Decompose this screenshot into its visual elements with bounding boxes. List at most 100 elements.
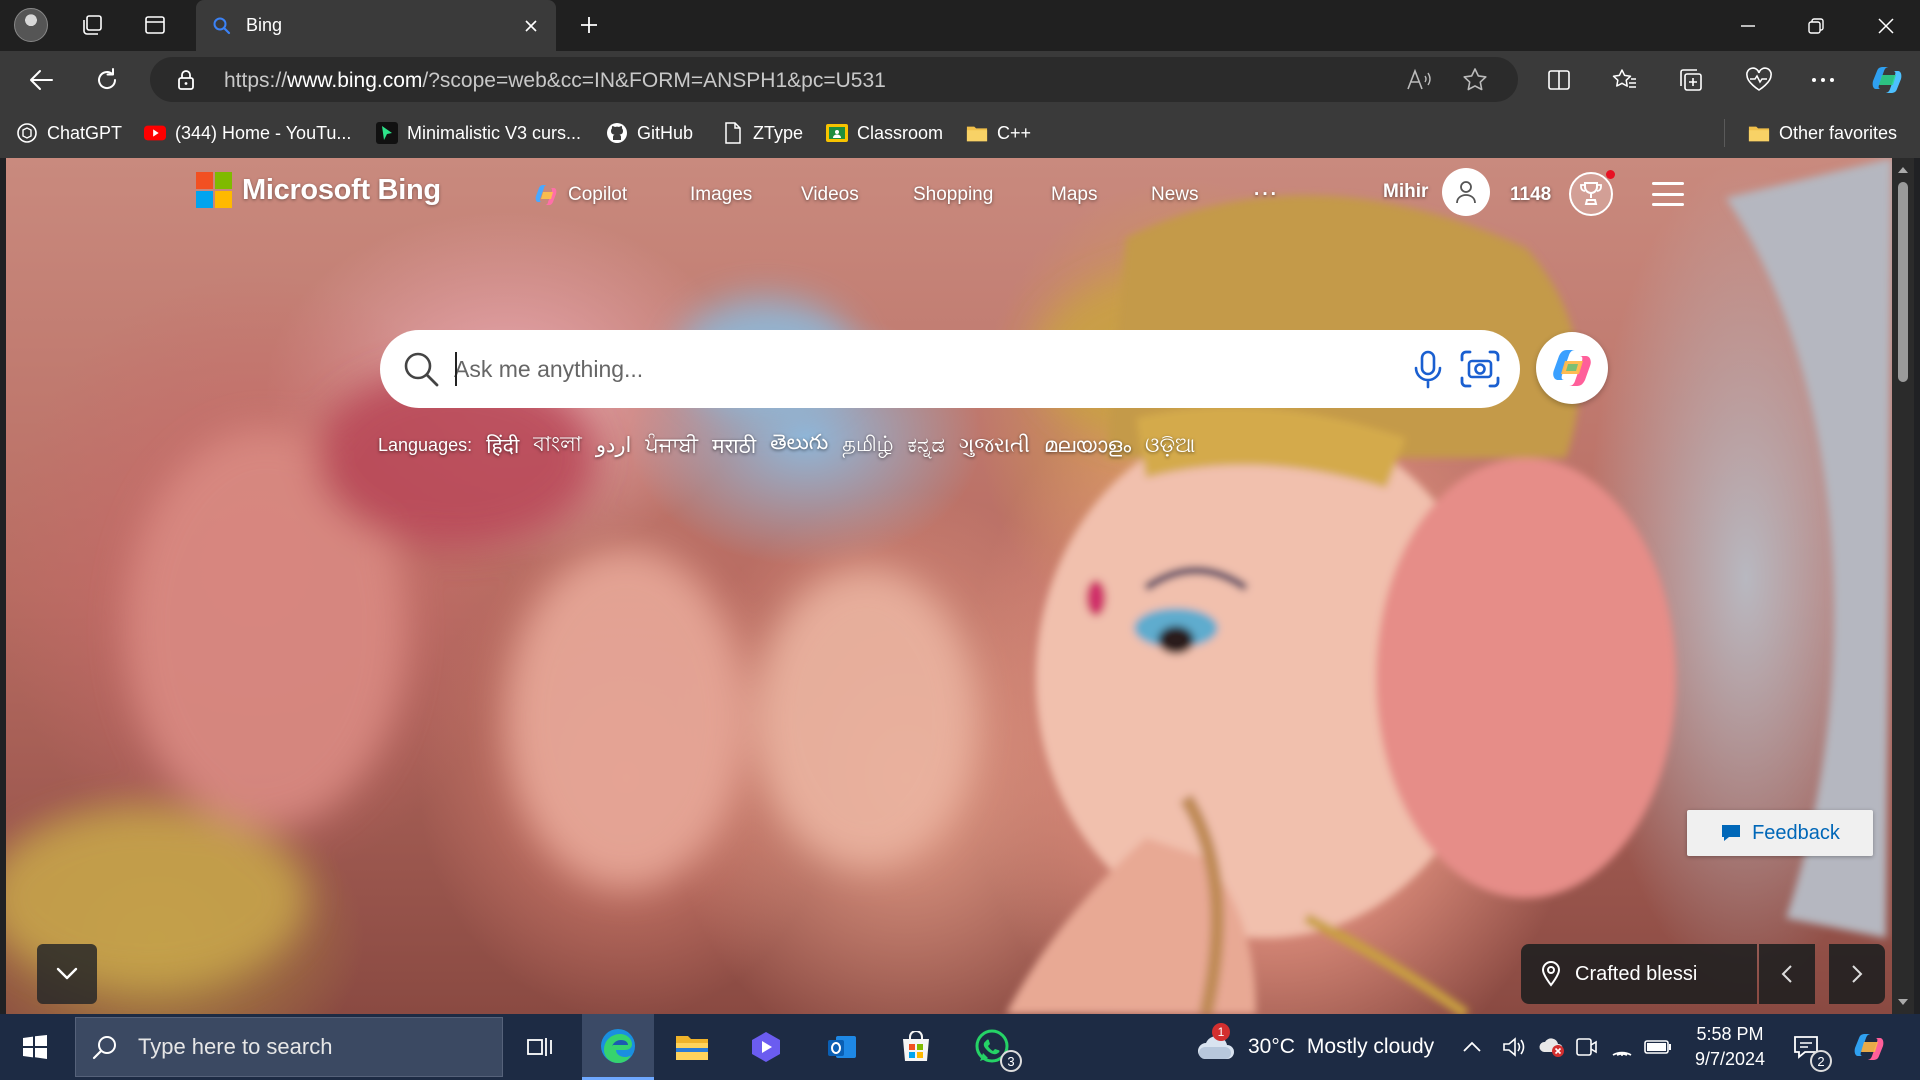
taskbar-file-explorer[interactable] <box>660 1014 724 1080</box>
language-link-gujarati[interactable]: ગુજરાતી <box>959 434 1030 458</box>
favorite-youtube[interactable]: (344) Home - YouTu... <box>144 119 351 147</box>
search-input[interactable] <box>454 350 1354 388</box>
add-favorite-button[interactable] <box>1460 65 1490 95</box>
show-hidden-icons-button[interactable] <box>1462 1014 1492 1080</box>
favorite-chatgpt[interactable]: ChatGPT <box>16 119 122 147</box>
minimize-button[interactable] <box>1714 0 1782 51</box>
workspaces-button[interactable] <box>76 8 110 42</box>
language-link-kannada[interactable]: ಕನ್ನಡ <box>908 434 945 458</box>
scrollbar-thumb[interactable] <box>1898 182 1908 382</box>
tab-actions-icon <box>145 16 165 34</box>
next-image-button[interactable] <box>1829 944 1885 1004</box>
nav-shopping[interactable]: Shopping <box>913 184 993 206</box>
browser-essentials-button[interactable] <box>1740 61 1778 99</box>
search-favicon-icon <box>213 17 231 34</box>
rewards-points[interactable]: 1148 <box>1510 184 1551 206</box>
folder-icon <box>1748 122 1770 144</box>
favorite-ztype[interactable]: ZType <box>722 119 803 147</box>
language-link-punjabi[interactable]: ਪੰਜਾਬੀ <box>645 434 698 458</box>
nav-more[interactable]: ··· <box>1254 184 1279 206</box>
profile-avatar[interactable] <box>14 8 48 42</box>
vertical-tabs-button[interactable] <box>138 8 172 42</box>
taskbar-search-box[interactable]: Type here to search <box>75 1017 503 1077</box>
nav-images[interactable]: Images <box>690 184 752 206</box>
language-link-marathi[interactable]: मराठी <box>712 432 756 460</box>
scroll-up-arrow-icon[interactable] <box>1892 162 1914 178</box>
language-link-hindi[interactable]: हिंदी <box>486 432 519 460</box>
voice-search-button[interactable] <box>1408 348 1448 390</box>
hamburger-line <box>1652 203 1684 206</box>
menu-button[interactable] <box>1652 182 1684 206</box>
split-screen-button[interactable] <box>1540 61 1578 99</box>
nav-maps[interactable]: Maps <box>1051 184 1097 206</box>
tab-bing[interactable]: Bing <box>196 0 556 51</box>
text-cursor <box>455 352 457 386</box>
language-link-tamil[interactable]: தமிழ் <box>842 433 893 459</box>
star-icon <box>1463 68 1487 91</box>
feedback-button[interactable]: Feedback <box>1687 810 1873 856</box>
nav-copilot[interactable]: Copilot <box>534 184 627 206</box>
copilot-chat-button[interactable] <box>1536 332 1608 404</box>
rewards-button[interactable] <box>1569 170 1615 216</box>
language-link-bengali[interactable]: বাংলা <box>533 428 582 463</box>
battery-button[interactable] <box>1644 1014 1678 1080</box>
language-link-odia[interactable]: ଓଡ଼ିଆ <box>1145 434 1195 458</box>
notification-count-badge: 2 <box>1810 1050 1832 1072</box>
url-text[interactable]: https://www.bing.com/?scope=web&cc=IN&FO… <box>224 69 886 93</box>
github-icon <box>606 122 628 144</box>
meet-now-button[interactable] <box>1574 1014 1604 1080</box>
scroll-down-button[interactable] <box>37 944 97 1004</box>
image-info-button[interactable]: Crafted blessi <box>1521 944 1757 1004</box>
language-link-telugu[interactable]: తెలుగు <box>770 431 828 460</box>
favorite-classroom[interactable]: Classroom <box>826 119 943 147</box>
restore-icon <box>1808 17 1824 34</box>
close-window-button[interactable] <box>1852 0 1920 51</box>
avatar <box>1442 168 1491 216</box>
settings-more-button[interactable] <box>1804 61 1842 99</box>
read-aloud-button[interactable] <box>1404 65 1434 95</box>
back-arrow-icon <box>30 70 53 90</box>
new-tab-button[interactable] <box>572 8 606 42</box>
address-bar[interactable]: https://www.bing.com/?scope=web&cc=IN&FO… <box>150 57 1518 102</box>
favorite-github[interactable]: GitHub <box>606 119 693 147</box>
nav-label: Copilot <box>568 184 628 205</box>
other-favorites-folder[interactable]: Other favorites <box>1748 119 1897 147</box>
favorites-button[interactable] <box>1606 61 1644 99</box>
scroll-down-arrow-icon[interactable] <box>1892 994 1914 1010</box>
network-button[interactable] <box>1610 1014 1640 1080</box>
tab-close-button[interactable] <box>514 9 548 43</box>
copilot-sidebar-button[interactable] <box>1868 61 1906 99</box>
taskbar-edge[interactable] <box>582 1014 654 1080</box>
nav-label: Videos <box>801 184 859 205</box>
onedrive-button[interactable] <box>1538 1014 1568 1080</box>
visual-search-button[interactable] <box>1458 348 1502 390</box>
task-view-button[interactable] <box>510 1014 570 1080</box>
favorite-cursor[interactable]: Minimalistic V3 curs... <box>376 119 581 147</box>
previous-image-button[interactable] <box>1759 944 1815 1004</box>
start-button[interactable] <box>0 1014 70 1080</box>
copilot-icon <box>535 185 557 205</box>
refresh-button[interactable] <box>88 61 126 99</box>
favorite-folder-cpp[interactable]: C++ <box>966 119 1031 147</box>
taskbar-whatsapp[interactable]: 3 <box>960 1014 1024 1080</box>
taskbar-copilot[interactable] <box>1852 1014 1892 1080</box>
volume-button[interactable] <box>1502 1014 1532 1080</box>
nav-news[interactable]: News <box>1151 184 1199 206</box>
taskbar-outlook[interactable] <box>810 1014 874 1080</box>
back-button[interactable] <box>22 61 60 99</box>
notification-center-button[interactable]: 2 <box>1792 1014 1832 1080</box>
language-link-urdu[interactable]: اردو <box>596 433 631 458</box>
restore-button[interactable] <box>1782 0 1850 51</box>
taskbar-clipchamp[interactable] <box>734 1014 798 1080</box>
clock-time: 5:58 PM <box>1696 1024 1764 1044</box>
user-account-button[interactable]: Mihir <box>1383 168 1491 216</box>
favorite-label: Minimalistic V3 curs... <box>407 122 582 143</box>
clock[interactable]: 5:58 PM 9/7/2024 <box>1680 1022 1780 1072</box>
bing-logo[interactable]: Microsoft Bing <box>196 172 441 208</box>
taskbar-microsoft-store[interactable] <box>884 1014 948 1080</box>
collections-button[interactable] <box>1672 61 1710 99</box>
weather-widget[interactable]: 1 30°C Mostly cloudy <box>1196 1014 1434 1080</box>
page-scrollbar[interactable] <box>1892 158 1914 1014</box>
language-link-malayalam[interactable]: മലയാളം <box>1044 434 1131 458</box>
nav-videos[interactable]: Videos <box>801 184 859 206</box>
